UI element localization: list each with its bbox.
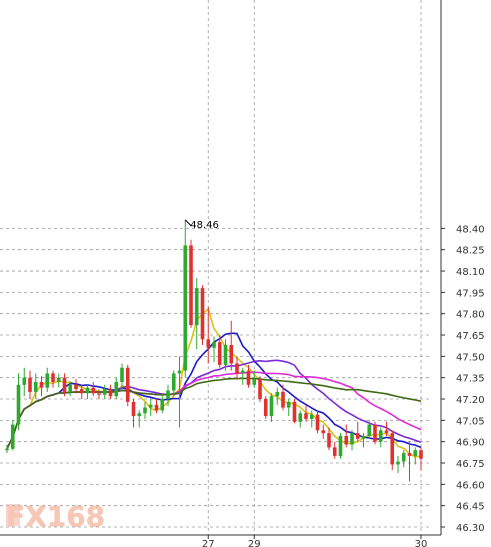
candle-body <box>240 370 245 374</box>
candle-body <box>367 424 372 436</box>
price-tick-label: 47.20 <box>456 395 485 406</box>
candle-body <box>309 414 314 419</box>
candle-body <box>28 377 32 392</box>
candle-body <box>79 389 84 394</box>
candle-body <box>315 414 320 431</box>
candle-body <box>217 342 222 365</box>
candle-body <box>223 344 228 365</box>
candle-body <box>384 430 389 434</box>
candle-body <box>183 245 188 371</box>
time-tick-label: 27 <box>202 539 215 547</box>
candle-body <box>45 373 50 388</box>
candle-body <box>332 447 337 456</box>
candle-body <box>401 453 406 462</box>
candle-body <box>396 461 400 465</box>
candle-body <box>68 384 73 392</box>
candle-body <box>171 373 176 391</box>
price-tick-label: 48.10 <box>456 267 485 278</box>
candle-body <box>39 381 44 388</box>
candle-body <box>407 453 412 456</box>
candle-body <box>263 399 268 417</box>
candle-body <box>338 435 343 456</box>
candle-body <box>114 381 119 397</box>
candle-body <box>355 433 360 439</box>
candle-body <box>5 448 9 451</box>
candle-body <box>350 433 354 445</box>
time-tick-label: 29 <box>248 539 261 547</box>
price-tick-label: 47.50 <box>456 352 485 363</box>
candle-body <box>16 384 21 425</box>
candle-body <box>102 389 107 395</box>
price-tick-label: 47.95 <box>456 288 485 299</box>
candle-body <box>344 435 349 445</box>
candle-body <box>148 404 153 408</box>
price-tick-label: 46.45 <box>456 502 485 513</box>
candle-body <box>292 401 297 422</box>
price-tick-label: 47.05 <box>456 416 485 427</box>
candle-body <box>304 413 308 419</box>
candle-body <box>281 391 285 408</box>
candle-body <box>194 288 199 326</box>
price-tick-label: 47.35 <box>456 374 485 385</box>
candle-body <box>154 404 159 411</box>
candle-body <box>85 387 90 394</box>
candle-body <box>10 424 15 449</box>
candle-body <box>143 407 147 414</box>
candle-body <box>33 381 38 392</box>
chart-background <box>0 0 491 547</box>
time-tick-label: 30 <box>415 539 428 547</box>
candle-body <box>419 450 423 459</box>
candle-body <box>298 413 303 422</box>
price-tick-label: 46.30 <box>456 523 485 534</box>
price-tick-label: 46.60 <box>456 480 485 491</box>
candle-body <box>62 377 67 392</box>
peak-annotation: 48.46 <box>184 219 219 231</box>
price-tick-label: 48.40 <box>456 224 485 235</box>
candle-body <box>235 363 239 374</box>
candle-body <box>361 435 366 439</box>
watermark-text: FX168 <box>6 500 105 533</box>
candle-body <box>131 401 136 417</box>
candle-body <box>74 384 78 390</box>
candle-body <box>413 450 418 456</box>
candle-body <box>166 390 170 400</box>
price-tick-label: 47.65 <box>456 331 485 342</box>
candle-body <box>91 387 96 394</box>
fx168-watermark: FX168 <box>6 500 106 534</box>
price-tick-label: 48.25 <box>456 246 485 257</box>
candle-body <box>246 370 251 385</box>
candle-body <box>390 433 395 465</box>
candle-body <box>97 393 101 395</box>
candle-body <box>373 424 377 442</box>
candle-body <box>22 377 27 385</box>
candle-body <box>252 379 257 385</box>
candle-body <box>56 377 61 382</box>
candle-body <box>258 379 262 400</box>
price-tick-label: 47.80 <box>456 310 485 321</box>
candle-body <box>229 344 234 364</box>
candle-body <box>286 401 291 408</box>
candle-body <box>177 370 182 374</box>
candle-body <box>206 339 211 348</box>
peak-label: 48.46 <box>190 220 219 231</box>
candle-body <box>212 342 216 348</box>
candle-body <box>125 367 130 402</box>
candle-body <box>327 433 331 448</box>
candle-body <box>160 399 165 411</box>
price-tick-label: 46.75 <box>456 459 485 470</box>
candle-body <box>378 430 383 442</box>
candle-body <box>120 367 124 382</box>
candle-body <box>275 391 280 397</box>
candle-body <box>137 413 142 417</box>
candle-body <box>51 373 55 382</box>
candle-body <box>108 389 113 397</box>
candle-body <box>200 288 205 340</box>
price-tick-label: 46.90 <box>456 438 485 449</box>
candle-body <box>269 396 274 417</box>
candle-body <box>189 245 193 326</box>
candle-body <box>321 430 326 434</box>
chart: 48.40 48.25 48.10 47.95 47.80 47.65 47.50 47.35… <box>0 0 491 547</box>
